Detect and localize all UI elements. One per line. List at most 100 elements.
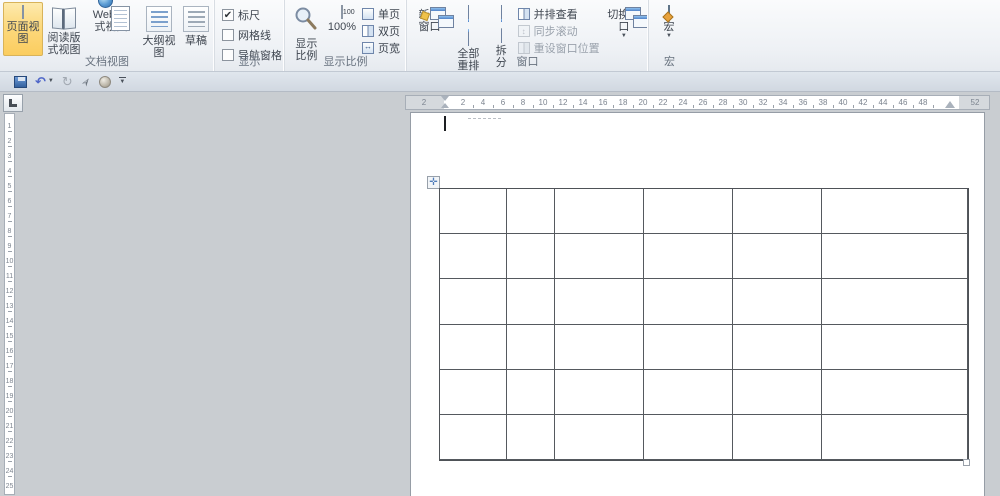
table-cell[interactable]	[644, 279, 733, 325]
button-split[interactable]: 拆分	[488, 2, 515, 69]
right-indent-marker[interactable]	[945, 101, 955, 108]
table-cell[interactable]	[440, 234, 507, 280]
table-cell[interactable]	[733, 414, 822, 461]
button-two-pages[interactable]: 双页	[359, 23, 403, 38]
ruler-checkbox-box[interactable]: ✔	[222, 9, 234, 21]
ruler-number: 40	[838, 98, 848, 107]
ruler-tick	[713, 105, 714, 108]
checkbox-label: 网格线	[238, 30, 271, 42]
table-cell[interactable]	[733, 189, 822, 235]
table-cell[interactable]	[440, 414, 507, 461]
button-new-window[interactable]: 新建窗口	[410, 2, 455, 56]
table-cell[interactable]	[555, 369, 644, 415]
table-cell[interactable]	[440, 279, 507, 325]
table-cell[interactable]	[733, 369, 822, 415]
button-synchronous-scrolling[interactable]: ↕ 同步滚动	[515, 23, 603, 38]
table-cell[interactable]	[507, 279, 555, 325]
table-cell[interactable]	[440, 189, 507, 235]
table-cell[interactable]	[822, 414, 968, 461]
table-cell[interactable]	[733, 234, 822, 280]
redo-button-disabled[interactable]: ↻	[62, 74, 73, 90]
button-outline-view[interactable]: 大纲视图	[137, 2, 181, 59]
gridlines-checkbox-box[interactable]	[222, 29, 234, 41]
table-cell[interactable]	[555, 414, 644, 461]
button-view-side-by-side[interactable]: 并排查看	[515, 6, 603, 21]
group-document-views: 页面视图 阅读版式视图 Web 版式视图 大纲视图 草稿 文档视图	[0, 0, 214, 71]
ruler-tick	[673, 105, 674, 108]
ruler-number: 14	[578, 98, 588, 107]
table-cell[interactable]	[733, 324, 822, 370]
ruler-tick	[633, 105, 634, 108]
ruler-number: 18	[618, 98, 628, 107]
button-draft-view[interactable]: 草稿	[181, 2, 211, 56]
table-cell[interactable]	[555, 189, 644, 235]
undo-dropdown-icon[interactable]: ▼	[48, 78, 54, 85]
table-resize-handle[interactable]	[963, 459, 970, 466]
ruler-tick	[813, 105, 814, 108]
text-caret	[444, 116, 446, 131]
table-cell[interactable]	[507, 369, 555, 415]
ruler-tick	[8, 236, 12, 237]
group-window: 新建窗口 全部重排 拆分 并排查看 ↕ 同步滚动 重设窗口位置	[406, 0, 649, 72]
ruler-tick	[793, 105, 794, 108]
table-cell[interactable]	[440, 324, 507, 370]
margin-dash-mark	[468, 118, 501, 122]
undo-button[interactable]: ↶ ▼	[35, 74, 54, 90]
table-cell[interactable]	[440, 369, 507, 415]
document-page[interactable]: ✛	[410, 112, 985, 496]
addin-button[interactable]	[98, 74, 111, 90]
button-switch-windows[interactable]: 切换窗口 ▼	[603, 2, 649, 56]
checkbox-ruler[interactable]: ✔ 标尺	[222, 7, 282, 23]
table-cell[interactable]	[644, 324, 733, 370]
ruler-number: 11	[5, 273, 14, 280]
table-cell[interactable]	[644, 369, 733, 415]
table-cell[interactable]	[507, 324, 555, 370]
select-pointer-button[interactable]: ➢	[77, 73, 94, 89]
page-width-icon	[362, 41, 374, 54]
button-zoom[interactable]: 显示比例	[288, 2, 325, 62]
bar-icon	[118, 77, 126, 78]
save-button[interactable]	[14, 74, 27, 90]
tab-stop-selector[interactable]	[3, 94, 23, 112]
table-cell[interactable]	[822, 279, 968, 325]
table-cell[interactable]	[822, 234, 968, 280]
indent-markers[interactable]	[441, 96, 450, 109]
ruler-number: 14	[5, 318, 14, 325]
table-cell[interactable]	[822, 369, 968, 415]
group-label-macros: 宏	[664, 56, 675, 68]
button-arrange-all[interactable]: 全部重排	[449, 2, 488, 72]
ruler-number: 20	[5, 408, 14, 415]
table-cell[interactable]	[555, 234, 644, 280]
table-cell[interactable]	[644, 189, 733, 235]
table-cell[interactable]	[555, 279, 644, 325]
table-cell[interactable]	[644, 234, 733, 280]
button-one-page[interactable]: 单页	[359, 6, 403, 21]
ruler-number: 20	[638, 98, 648, 107]
table-cell[interactable]	[822, 324, 968, 370]
table-cell[interactable]	[644, 414, 733, 461]
horizontal-ruler[interactable]: 2 52 2 4 6 8 10 12 14 16 18 20 22 24 26 28 30 32 34 36 38 4…	[405, 95, 990, 110]
button-full-screen-reading-view[interactable]: 阅读版式视图	[43, 2, 85, 56]
vertical-ruler[interactable]: 1 2 3 4 5 6 7 8 9 10 11 12 13 14 15 16 17 18 19 20 21 22 23 24 2…	[4, 113, 15, 495]
customize-qat-button[interactable]: ▼	[118, 74, 126, 90]
button-print-layout-view[interactable]: 页面视图	[3, 2, 43, 56]
button-zoom-100[interactable]: 100 100%	[325, 2, 359, 56]
group-show: ✔ 标尺 网格线 导航窗格 显示	[214, 0, 284, 71]
ruler-tick	[593, 105, 594, 108]
ruler-tick	[8, 461, 12, 462]
button-macros[interactable]: 宏 ▼	[652, 2, 686, 56]
table-cell[interactable]	[733, 279, 822, 325]
ruler-tick	[8, 296, 12, 297]
ruler-tick	[8, 311, 12, 312]
ruler-number: 25	[5, 483, 14, 490]
ruler-number: 8	[520, 98, 526, 107]
checkbox-gridlines[interactable]: 网格线	[222, 27, 282, 43]
table-cell[interactable]	[507, 414, 555, 461]
table-cell[interactable]	[555, 324, 644, 370]
table[interactable]	[439, 188, 969, 462]
undo-icon: ↶	[35, 73, 46, 89]
table-cell[interactable]	[507, 189, 555, 235]
button-web-layout-view[interactable]: Web 版式视图	[85, 0, 137, 56]
table-cell[interactable]	[507, 234, 555, 280]
table-cell[interactable]	[822, 189, 968, 235]
